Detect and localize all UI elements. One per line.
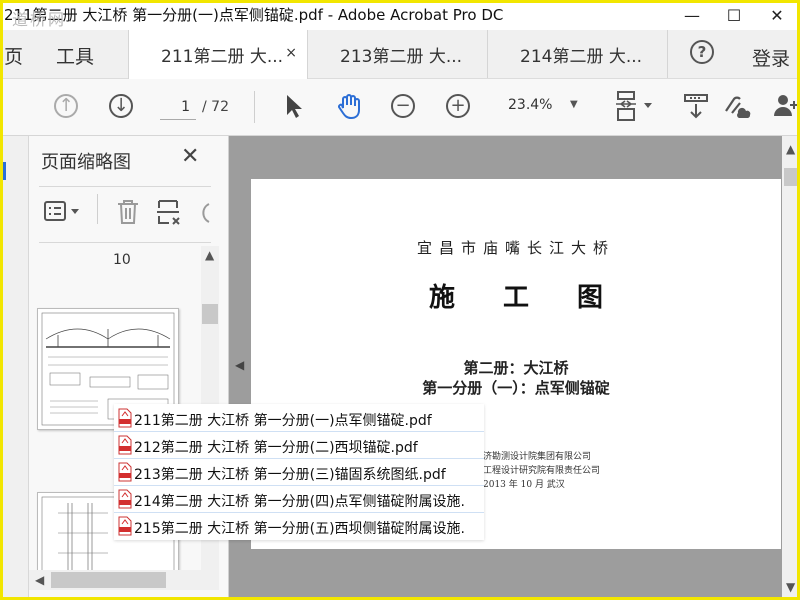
- file-name: 212第二册 大江桥 第一分册(二)西坝锚碇.pdf: [134, 440, 418, 456]
- panel-divider: [39, 242, 211, 243]
- next-page-icon[interactable]: ↓: [109, 94, 133, 118]
- document-title: 施工图: [428, 283, 651, 313]
- tab-close-icon[interactable]: ×: [285, 45, 297, 61]
- close-window-button[interactable]: ✕: [757, 0, 797, 30]
- file-item[interactable]: 214第二册 大江桥 第一分册(四)点军侧锚碇附属设施.: [114, 487, 484, 513]
- minimize-button[interactable]: —: [672, 0, 712, 30]
- scrollbar-thumb[interactable]: [784, 168, 798, 186]
- title-bar: 211第二册 大江桥 第一分册(一)点军侧锚碇.pdf - Adobe Acro…: [0, 0, 800, 30]
- zoom-out-icon[interactable]: −: [391, 94, 415, 118]
- document-date: 2013 年 10 月 武汉: [483, 480, 565, 490]
- tab-bar: 页 工具 211第二册 大... × 213第二册 大... 214第二册 大.…: [0, 30, 800, 79]
- navigation-strip: [0, 136, 29, 600]
- scroll-down-icon[interactable]: ▼: [786, 580, 795, 594]
- maximize-button[interactable]: ☐: [714, 0, 754, 30]
- extract-page-icon[interactable]: [155, 198, 183, 230]
- file-item[interactable]: 213第二册 大江桥 第一分册(三)锚固系统图纸.pdf: [114, 460, 484, 486]
- file-item[interactable]: 211第二册 大江桥 第一分册(一)点军侧锚碇.pdf: [114, 406, 484, 432]
- thumbnail-page-number: 10: [113, 252, 131, 268]
- pdf-file-icon: [118, 489, 132, 509]
- menu-home[interactable]: 页: [4, 42, 23, 69]
- file-divider: [114, 512, 484, 513]
- menu-tools[interactable]: 工具: [56, 42, 94, 69]
- file-list-popup: 211第二册 大江桥 第一分册(一)点军侧锚碇.pdf 212第二册 大江桥 第…: [114, 404, 484, 540]
- panel-separator: [97, 194, 98, 224]
- link-cloud-icon[interactable]: [720, 91, 754, 121]
- window-title: 211第二册 大江桥 第一分册(一)点军侧锚碇.pdf - Adobe Acro…: [4, 6, 504, 24]
- document-org-1: 济勘测设计院集团有限公司: [483, 452, 592, 462]
- thumbnail-options-icon[interactable]: [43, 198, 85, 228]
- file-name: 214第二册 大江桥 第一分册(四)点军侧锚碇附属设施.: [134, 494, 465, 510]
- file-name: 215第二册 大江桥 第一分册(五)西坝侧锚碇附属设施.: [134, 521, 465, 537]
- hand-tool-icon[interactable]: [334, 91, 364, 121]
- scrollbar-thumb[interactable]: [51, 572, 166, 588]
- tab-label: 211第二册 大...: [161, 47, 284, 67]
- help-icon[interactable]: ?: [690, 40, 714, 64]
- scroll-up-icon[interactable]: ▲: [205, 248, 214, 262]
- rotate-page-icon[interactable]: [195, 198, 211, 230]
- collapse-panel-icon[interactable]: ◀: [235, 358, 244, 372]
- page-total: / 72: [202, 99, 229, 115]
- active-panel-indicator: [3, 162, 6, 180]
- tab-document-211[interactable]: 211第二册 大... ×: [128, 30, 308, 79]
- document-vertical-scrollbar[interactable]: ▲ ▼: [782, 136, 800, 600]
- pdf-file-icon: [118, 462, 132, 482]
- tab-document-214[interactable]: 214第二册 大...: [488, 30, 668, 78]
- file-divider: [114, 431, 484, 432]
- select-cursor-icon[interactable]: [284, 93, 304, 119]
- pdf-file-icon: [118, 435, 132, 455]
- document-part: 第一分册（一）：点军侧锚碇: [422, 379, 610, 397]
- document-org-2: 工程设计研究院有限责任公司: [483, 466, 601, 476]
- document-volume: 第二册：大江桥: [463, 359, 569, 377]
- pdf-file-icon: [118, 516, 132, 536]
- panel-close-icon[interactable]: ✕: [181, 144, 199, 169]
- tab-label: 213第二册 大...: [340, 46, 463, 67]
- delete-page-icon[interactable]: [115, 198, 141, 230]
- file-name: 213第二册 大江桥 第一分册(三)锚固系统图纸.pdf: [134, 467, 446, 483]
- scroll-up-icon[interactable]: ▲: [786, 142, 795, 156]
- panel-title: 页面缩略图: [41, 152, 131, 173]
- scroll-mode-icon[interactable]: [682, 91, 710, 121]
- thumbnails-horizontal-scrollbar[interactable]: ◀: [29, 570, 219, 590]
- tab-label: 214第二册 大...: [520, 46, 643, 67]
- zoom-in-icon[interactable]: +: [446, 94, 470, 118]
- zoom-level[interactable]: 23.4%: [508, 97, 552, 113]
- login-button[interactable]: 登录: [752, 44, 790, 71]
- tab-document-213[interactable]: 213第二册 大...: [308, 30, 488, 78]
- page-fit-icon[interactable]: [614, 89, 654, 123]
- previous-page-icon[interactable]: ↑: [54, 94, 78, 118]
- file-name: 211第二册 大江桥 第一分册(一)点军侧锚碇.pdf: [134, 413, 432, 429]
- toolbar: ↑ ↓ 1 / 72 − + 23.4% ▼: [0, 79, 800, 136]
- file-divider: [114, 485, 484, 486]
- file-item[interactable]: 212第二册 大江桥 第一分册(二)西坝锚碇.pdf: [114, 433, 484, 459]
- file-item[interactable]: 215第二册 大江桥 第一分册(五)西坝侧锚碇附属设施.: [114, 514, 484, 540]
- scrollbar-thumb[interactable]: [202, 304, 218, 324]
- watermark: 道桥网: [12, 10, 67, 29]
- pdf-file-icon: [118, 408, 132, 428]
- toolbar-separator: [254, 91, 255, 123]
- share-users-icon[interactable]: [772, 91, 800, 121]
- document-subtitle: 宜昌市庙嘴长江大桥: [416, 239, 615, 257]
- scroll-left-icon[interactable]: ◀: [35, 573, 44, 587]
- panel-divider: [39, 186, 211, 187]
- zoom-dropdown-icon[interactable]: ▼: [570, 99, 578, 110]
- page-number-input[interactable]: 1: [160, 94, 196, 120]
- file-divider: [114, 458, 484, 459]
